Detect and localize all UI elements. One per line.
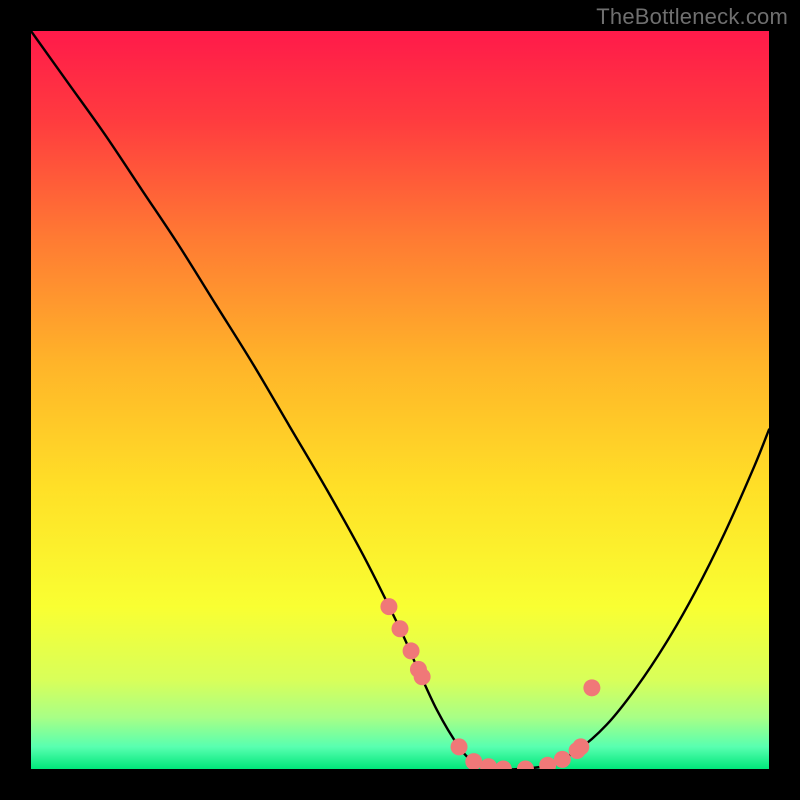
marker-dot	[414, 668, 431, 685]
marker-dot	[403, 642, 420, 659]
marker-dot	[392, 620, 409, 637]
marker-dot	[554, 751, 571, 768]
watermark-text: TheBottleneck.com	[596, 4, 788, 30]
plot-svg	[31, 31, 769, 769]
marker-dot	[380, 598, 397, 615]
marker-dot	[583, 679, 600, 696]
chart-frame: TheBottleneck.com	[0, 0, 800, 800]
bottleneck-plot	[31, 31, 769, 769]
marker-dot	[451, 738, 468, 755]
gradient-background	[31, 31, 769, 769]
marker-dot	[572, 738, 589, 755]
